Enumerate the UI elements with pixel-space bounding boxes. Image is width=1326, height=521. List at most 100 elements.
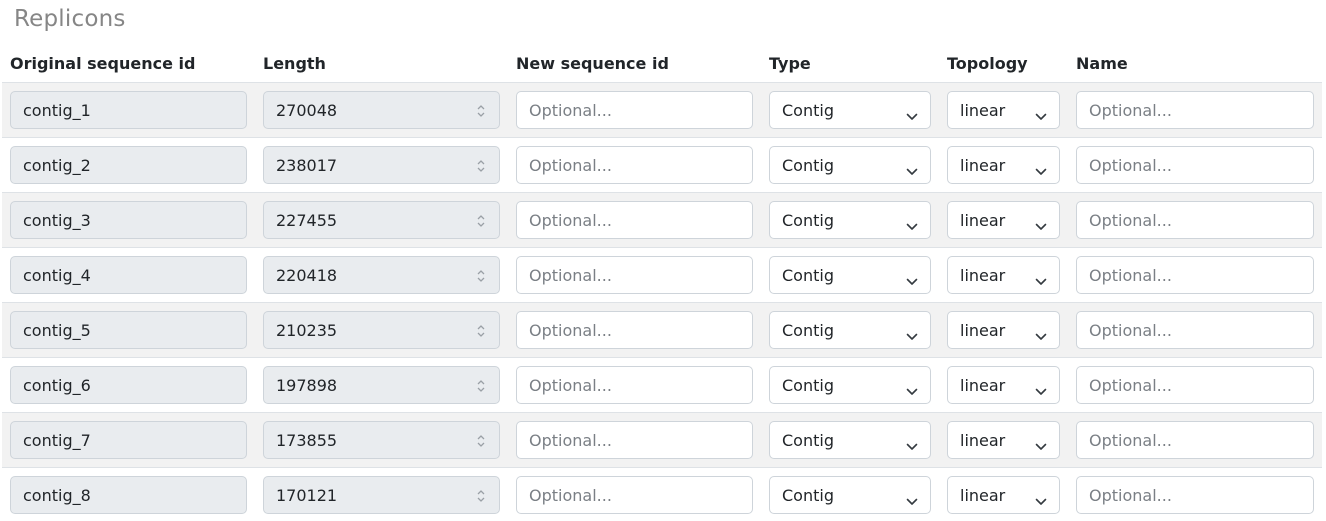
type-select[interactable]: Contig <box>769 476 931 514</box>
length-field: 210235 <box>263 311 500 349</box>
column-header-name: Name <box>1068 44 1322 83</box>
type-select-value: Contig <box>782 265 834 285</box>
chevron-down-icon <box>906 106 918 120</box>
original-id-value: contig_1 <box>23 100 91 120</box>
column-header-new-id: New sequence id <box>508 44 761 83</box>
topology-select[interactable]: linear <box>947 311 1060 349</box>
type-select-value: Contig <box>782 320 834 340</box>
name-input[interactable] <box>1076 311 1314 349</box>
chevron-down-icon <box>1035 436 1047 450</box>
name-input[interactable] <box>1076 256 1314 294</box>
length-field: 270048 <box>263 91 500 129</box>
name-input[interactable] <box>1076 421 1314 459</box>
topology-select-value: linear <box>960 430 1006 450</box>
topology-select-value: linear <box>960 320 1006 340</box>
new-sequence-id-input[interactable] <box>516 311 753 349</box>
topology-select[interactable]: linear <box>947 366 1060 404</box>
original-id-field: contig_5 <box>10 311 247 349</box>
length-value: 197898 <box>276 375 338 395</box>
name-input[interactable] <box>1076 91 1314 129</box>
type-select-value: Contig <box>782 155 834 175</box>
column-header-topology: Topology <box>939 44 1068 83</box>
name-input[interactable] <box>1076 201 1314 239</box>
number-spinner-icon <box>477 213 485 227</box>
topology-select-value: linear <box>960 485 1006 505</box>
topology-select[interactable]: linear <box>947 421 1060 459</box>
length-field: 173855 <box>263 421 500 459</box>
new-sequence-id-input[interactable] <box>516 201 753 239</box>
original-id-value: contig_6 <box>23 375 91 395</box>
original-id-field: contig_7 <box>10 421 247 459</box>
type-select-value: Contig <box>782 375 834 395</box>
type-select[interactable]: Contig <box>769 146 931 184</box>
type-select-value: Contig <box>782 210 834 230</box>
number-spinner-icon <box>477 433 485 447</box>
new-sequence-id-input[interactable] <box>516 91 753 129</box>
column-header-type: Type <box>761 44 939 83</box>
chevron-down-icon <box>906 216 918 230</box>
chevron-down-icon <box>1035 381 1047 395</box>
length-value: 170121 <box>276 485 338 505</box>
new-sequence-id-input[interactable] <box>516 476 753 514</box>
original-id-field: contig_1 <box>10 91 247 129</box>
column-header-original-id: Original sequence id <box>2 44 255 83</box>
original-id-value: contig_3 <box>23 210 91 230</box>
topology-select-value: linear <box>960 375 1006 395</box>
table-row: contig_7 173855 Contig linear <box>2 412 1322 468</box>
type-select[interactable]: Contig <box>769 256 931 294</box>
length-value: 238017 <box>276 155 338 175</box>
new-sequence-id-input[interactable] <box>516 421 753 459</box>
topology-select-value: linear <box>960 265 1006 285</box>
number-spinner-icon <box>477 323 485 337</box>
type-select[interactable]: Contig <box>769 311 931 349</box>
table-row: contig_3 227455 Contig linear <box>2 192 1322 248</box>
length-field: 197898 <box>263 366 500 404</box>
table-row: contig_5 210235 Contig linear <box>2 302 1322 358</box>
length-field: 170121 <box>263 476 500 514</box>
table-header-row: Original sequence id Length New sequence… <box>2 44 1322 83</box>
length-value: 270048 <box>276 100 338 120</box>
table-row: contig_4 220418 Contig linear <box>2 247 1322 303</box>
type-select[interactable]: Contig <box>769 421 931 459</box>
chevron-down-icon <box>1035 161 1047 175</box>
replicons-table: Original sequence id Length New sequence… <box>2 44 1322 521</box>
type-select-value: Contig <box>782 100 834 120</box>
new-sequence-id-input[interactable] <box>516 256 753 294</box>
topology-select[interactable]: linear <box>947 91 1060 129</box>
table-row: contig_8 170121 Contig linear <box>2 467 1322 521</box>
name-input[interactable] <box>1076 476 1314 514</box>
type-select[interactable]: Contig <box>769 366 931 404</box>
type-select-value: Contig <box>782 430 834 450</box>
name-input[interactable] <box>1076 366 1314 404</box>
topology-select[interactable]: linear <box>947 476 1060 514</box>
original-id-value: contig_7 <box>23 430 91 450</box>
length-field: 227455 <box>263 201 500 239</box>
type-select-value: Contig <box>782 485 834 505</box>
new-sequence-id-input[interactable] <box>516 146 753 184</box>
original-id-field: contig_8 <box>10 476 247 514</box>
number-spinner-icon <box>477 103 485 117</box>
name-input[interactable] <box>1076 146 1314 184</box>
type-select[interactable]: Contig <box>769 91 931 129</box>
number-spinner-icon <box>477 158 485 172</box>
chevron-down-icon <box>1035 106 1047 120</box>
topology-select[interactable]: linear <box>947 201 1060 239</box>
original-id-value: contig_4 <box>23 265 91 285</box>
number-spinner-icon <box>477 488 485 502</box>
length-value: 173855 <box>276 430 338 450</box>
length-value: 227455 <box>276 210 338 230</box>
topology-select[interactable]: linear <box>947 256 1060 294</box>
original-id-field: contig_6 <box>10 366 247 404</box>
type-select[interactable]: Contig <box>769 201 931 239</box>
topology-select-value: linear <box>960 100 1006 120</box>
chevron-down-icon <box>906 271 918 285</box>
chevron-down-icon <box>906 326 918 340</box>
new-sequence-id-input[interactable] <box>516 366 753 404</box>
topology-select-value: linear <box>960 210 1006 230</box>
chevron-down-icon <box>1035 271 1047 285</box>
chevron-down-icon <box>1035 326 1047 340</box>
topology-select[interactable]: linear <box>947 146 1060 184</box>
section-title: Replicons <box>14 6 126 32</box>
original-id-field: contig_3 <box>10 201 247 239</box>
replicons-panel: Replicons Original sequence id Length Ne… <box>0 0 1326 521</box>
